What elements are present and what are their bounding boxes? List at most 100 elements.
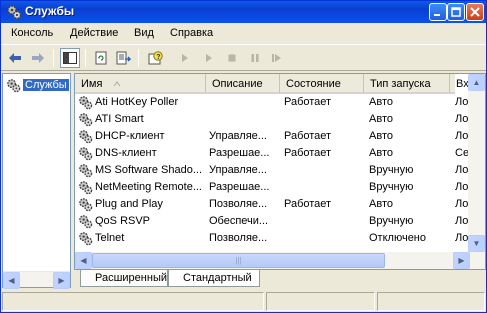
cell-name: Telnet [95, 232, 125, 244]
status-cell [266, 292, 375, 311]
stop-service-button[interactable] [222, 48, 242, 68]
show-hide-tree-button[interactable] [60, 48, 80, 68]
restart-icon [272, 54, 281, 62]
title-bar[interactable]: Службы [1, 1, 486, 23]
refresh-button[interactable] [91, 48, 111, 68]
cell-description: Позволяе... [209, 198, 268, 210]
cell-startup: Авто [369, 147, 393, 159]
cell-status: Работает [284, 130, 332, 142]
services-list[interactable]: Имя Описание Состояние Тип запуска Вх At… [74, 73, 486, 270]
menu-view[interactable]: Вид [134, 27, 154, 39]
scroll-left-button[interactable]: ◀ [75, 252, 92, 269]
refresh-icon [95, 51, 107, 65]
horizontal-scrollbar[interactable]: ◀ ||| ▶ [75, 252, 470, 269]
service-gears-icon [79, 181, 93, 195]
table-row[interactable]: Plug and Play Позволяе... Работает Авто Ло [75, 196, 468, 213]
svg-text:?: ? [156, 54, 160, 61]
cell-name: NetMeeting Remote... [95, 181, 202, 193]
table-row[interactable]: MS Software Shado... Управляе... Вручную Ло [75, 162, 468, 179]
column-header-label: Имя [81, 78, 103, 90]
console-tree[interactable]: Службы ◀ ▶ [2, 73, 71, 289]
minimize-icon [434, 14, 440, 16]
column-header-logon[interactable]: Вх [450, 74, 470, 93]
cell-startup: Авто [369, 198, 393, 210]
pause-icon [251, 54, 259, 62]
export-list-button[interactable] [113, 48, 133, 68]
horizontal-scroll-thumb[interactable]: ||| [92, 253, 385, 268]
tree-horizontal-scrollbar[interactable]: ◀ ▶ [3, 271, 70, 289]
start-service-alt-button[interactable] [199, 48, 219, 68]
cell-startup: Авто [369, 113, 393, 125]
table-row[interactable]: DHCP-клиент Управляе... Работает Авто Ло [75, 128, 468, 145]
table-row[interactable]: ATI Smart Авто Ло [75, 111, 468, 128]
gears-icon [7, 5, 22, 20]
cell-startup: Отключено [369, 232, 426, 244]
table-row[interactable]: QoS RSVP Обеспечи... Вручную Ло [75, 213, 468, 230]
cell-status: Работает [284, 147, 332, 159]
vertical-scrollbar[interactable]: ▲ ▼ [468, 74, 485, 269]
cell-startup: Вручную [369, 181, 414, 193]
service-gears-icon [79, 215, 93, 229]
list-header: Имя Описание Состояние Тип запуска Вх [75, 74, 469, 94]
stop-icon [228, 54, 236, 62]
help-icon: ? [148, 51, 163, 65]
minimize-button[interactable] [429, 3, 447, 21]
cell-startup: Вручную [369, 215, 414, 227]
cell-description: Позволяе... [209, 232, 268, 244]
service-gears-icon [79, 198, 93, 212]
cell-description: Разрешае... [209, 181, 270, 193]
gears-icon [7, 78, 21, 92]
column-header-startup[interactable]: Тип запуска [364, 74, 450, 93]
status-cell [2, 292, 264, 311]
service-gears-icon [79, 113, 93, 127]
tree-item-services[interactable]: Службы [6, 77, 69, 93]
column-header-name[interactable]: Имя [75, 74, 206, 93]
cell-name: DHCP-клиент [95, 130, 165, 142]
cell-startup: Авто [369, 130, 393, 142]
close-button[interactable] [466, 3, 484, 21]
scroll-up-button[interactable]: ▲ [468, 74, 485, 91]
sort-ascending-icon [113, 81, 121, 87]
menu-action[interactable]: Действие [70, 27, 118, 39]
scroll-left-button[interactable]: ◀ [3, 272, 20, 289]
forward-button[interactable] [28, 48, 48, 68]
cell-startup: Авто [369, 96, 393, 108]
play-icon [182, 54, 188, 62]
window-title: Службы [25, 4, 75, 18]
cell-name: MS Software Shado... [95, 164, 202, 176]
cell-status: Работает [284, 198, 332, 210]
service-gears-icon [79, 147, 93, 161]
tab-extended[interactable]: Расширенный [80, 270, 168, 287]
back-button[interactable] [5, 48, 25, 68]
table-row[interactable]: NetMeeting Remote... Разрешае... Вручную Ло [75, 179, 468, 196]
scroll-right-button[interactable]: ▶ [53, 272, 70, 289]
start-service-button[interactable] [175, 48, 195, 68]
restart-service-button[interactable] [267, 48, 287, 68]
help-button[interactable]: ? [145, 48, 165, 68]
close-icon [470, 7, 480, 17]
services-window: Службы Консоль Действие Вид Справка ? Сл… [0, 0, 487, 313]
console-tree-icon [63, 52, 77, 64]
pause-service-button[interactable] [245, 48, 265, 68]
view-tabs: Расширенный Стандартный [74, 270, 486, 288]
export-list-icon [116, 51, 131, 65]
tree-item-label: Службы [23, 79, 69, 91]
cell-name: ATI Smart [95, 113, 144, 125]
menu-console[interactable]: Консоль [11, 27, 53, 39]
status-bar [2, 292, 485, 312]
table-row[interactable]: DNS-клиент Разрешае... Работает Авто Се [75, 145, 469, 162]
menu-help[interactable]: Справка [170, 27, 213, 39]
tab-standard[interactable]: Стандартный [168, 270, 260, 287]
table-row[interactable]: Ati HotKey Poller Работает Авто Ло [75, 94, 468, 111]
cell-status: Работает [284, 96, 332, 108]
column-header-status[interactable]: Состояние [280, 74, 364, 93]
cell-description: Управляе... [209, 164, 267, 176]
maximize-button[interactable] [447, 3, 465, 21]
toolbar: ? [1, 44, 486, 71]
cell-description: Разрешае... [209, 147, 270, 159]
scroll-right-button[interactable]: ▶ [453, 252, 470, 269]
scroll-down-button[interactable]: ▼ [468, 235, 485, 252]
table-row[interactable]: Telnet Позволяе... Отключено Ло [75, 230, 468, 247]
play-icon [206, 54, 212, 62]
column-header-description[interactable]: Описание [206, 74, 280, 93]
